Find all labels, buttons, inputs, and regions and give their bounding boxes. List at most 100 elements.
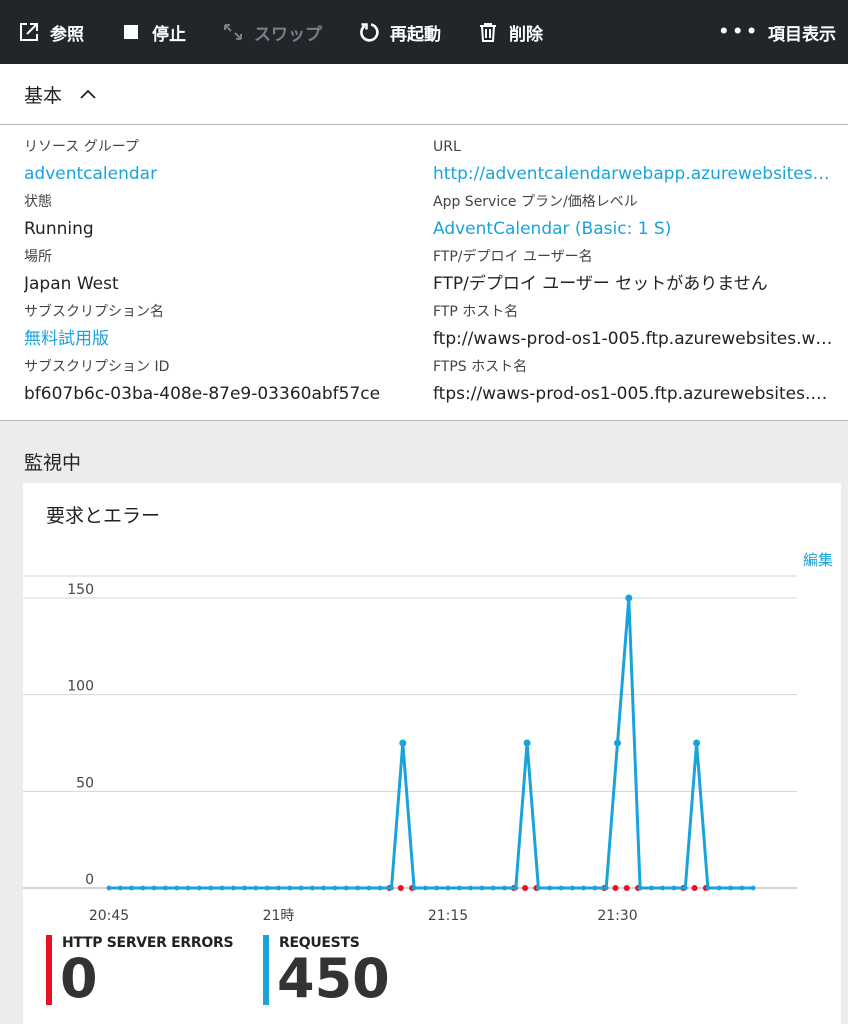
delete-button[interactable]: 削除: [477, 20, 543, 45]
errors-point: [522, 885, 529, 891]
stop-label: 停止: [152, 24, 186, 45]
requests-point: [174, 885, 180, 891]
requests-point: [185, 885, 191, 891]
requests-point: [716, 885, 722, 891]
property-label: 状態: [24, 194, 52, 210]
x-tick-label: 20:45: [89, 908, 129, 923]
restart-icon: [360, 23, 379, 42]
requests-point: [287, 885, 293, 891]
requests-stat-value: 450: [277, 947, 390, 1010]
requests-point: [490, 885, 496, 891]
swap-button[interactable]: スワップ: [222, 20, 322, 45]
requests-point: [705, 885, 711, 891]
requests-point: [298, 885, 304, 891]
requests-point: [208, 885, 214, 891]
requests-errors-chart: 0 50 100 150 20:45 21時 21:15 21:30: [23, 575, 797, 923]
requests-point: [660, 885, 666, 891]
requests-point: [502, 885, 507, 891]
requests-point: [399, 739, 407, 747]
requests-point: [592, 885, 598, 891]
requests-point: [728, 885, 733, 891]
property-label: 場所: [24, 249, 52, 265]
requests-point: [614, 739, 621, 747]
requests-point: [750, 885, 756, 891]
requests-point: [671, 885, 677, 891]
errors-point: [397, 885, 404, 891]
requests-point: [389, 885, 394, 891]
requests-point: [468, 885, 473, 891]
requests-point: [310, 885, 315, 891]
requests-point: [513, 885, 519, 891]
open-external-icon: [20, 23, 38, 41]
essentials-panel: リソース グループ adventcalendar 状態 Running 場所 Japan …: [0, 125, 848, 421]
errors-point: [691, 885, 698, 891]
requests-point: [456, 885, 462, 891]
property-label: サブスクリプション ID: [24, 359, 170, 375]
property-value-link[interactable]: adventcalendar: [24, 159, 414, 191]
restart-label: 再起動: [390, 24, 441, 45]
property-value: Japan West: [24, 274, 119, 294]
property-value-link[interactable]: http://adventcalendarwebapp.azurewebsite…: [433, 159, 833, 191]
essentials-title: 基本: [24, 84, 63, 107]
requests-point: [603, 885, 609, 891]
requests-point: [264, 885, 270, 891]
requests-point: [140, 885, 146, 891]
properties-left-column: リソース グループ adventcalendar 状態 Running 場所 Japan …: [24, 136, 414, 411]
property-label: サブスクリプション名: [24, 304, 164, 320]
requests-point: [276, 885, 281, 891]
requests-point: [377, 885, 383, 891]
requests-point: [343, 885, 349, 891]
requests-point: [479, 885, 485, 891]
restart-button[interactable]: 再起動: [358, 20, 441, 45]
requests-point: [230, 885, 236, 891]
requests-point: [558, 885, 564, 891]
y-tick-label: 0: [85, 872, 94, 888]
requests-point: [366, 885, 372, 891]
property-value-link[interactable]: 無料試用版: [24, 324, 414, 356]
requests-point: [523, 739, 531, 747]
property-label: App Service プラン/価格レベル: [433, 194, 638, 210]
requests-point: [637, 885, 643, 891]
property-value: bf607b6c-03ba-408e-87e9-03360abf57ce: [24, 384, 381, 404]
stop-button[interactable]: 停止: [120, 20, 186, 45]
y-tick-label: 100: [67, 679, 94, 695]
requests-point: [253, 885, 259, 891]
requests-point: [581, 885, 586, 891]
requests-point: [355, 885, 360, 891]
y-tick-label: 50: [76, 775, 94, 791]
property-label: FTPS ホスト名: [433, 359, 528, 375]
y-tick-label: 150: [67, 582, 94, 598]
requests-point: [625, 594, 633, 602]
property-label: リソース グループ: [24, 139, 139, 155]
chevron-up-icon: [80, 89, 96, 99]
monitoring-section-title: 監視中: [24, 452, 82, 474]
delete-label: 削除: [509, 24, 543, 45]
requests-point: [219, 885, 225, 891]
more-button[interactable]: ••• 項目表示: [718, 0, 836, 64]
requests-point: [547, 885, 553, 891]
requests-point: [649, 885, 654, 891]
requests-point: [445, 885, 451, 891]
essentials-header[interactable]: 基本: [0, 64, 848, 125]
x-tick-label: 21時: [263, 908, 295, 923]
requests-point: [682, 885, 688, 891]
requests-point: [569, 885, 575, 891]
requests-point: [163, 885, 168, 891]
requests-errors-tile[interactable]: 要求とエラー 編集 0 50 100 150 20:45 21時 21:15 21:30 HT…: [23, 483, 841, 1024]
errors-stat-value: 0: [60, 947, 98, 1010]
requests-point: [197, 885, 202, 891]
browse-button[interactable]: 参照: [18, 20, 84, 45]
stop-icon: [124, 25, 138, 39]
property-value: Running: [24, 219, 94, 239]
x-tick-label: 21:30: [597, 908, 637, 923]
requests-point: [117, 885, 123, 891]
property-value-link[interactable]: AdventCalendar (Basic: 1 S): [433, 214, 833, 246]
more-dots-icon: •••: [718, 22, 760, 42]
browse-label: 参照: [50, 24, 84, 45]
property-value: ftps://waws-prod-os1-005.ftp.azurewebsit…: [433, 384, 833, 404]
requests-point: [242, 885, 248, 891]
requests-series-line: [109, 597, 754, 890]
property-value: ftp://waws-prod-os1-005.ftp.azurewebsite…: [433, 329, 833, 349]
swap-label: スワップ: [254, 24, 322, 45]
x-tick-label: 21:15: [428, 908, 468, 923]
